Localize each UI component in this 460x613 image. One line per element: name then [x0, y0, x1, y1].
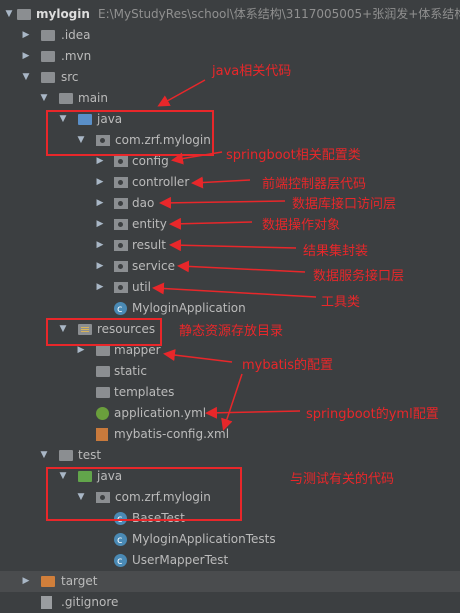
annotation-result: 结果集封装: [303, 244, 369, 259]
arrow-service: [177, 260, 306, 273]
annotation-util: 工具类: [321, 295, 361, 310]
arrow-result: [169, 239, 297, 252]
annotation-controller: 前端控制器层代码: [262, 177, 367, 192]
arrow-mapper: [163, 349, 233, 363]
annotation-service: 数据服务接口层: [313, 269, 405, 284]
arrow-controller: [191, 176, 251, 189]
annotation-mapper: mybatis的配置: [242, 358, 334, 373]
annotation-dao: 数据库接口访问层: [292, 197, 397, 212]
annotation-yml: springboot的yml配置: [306, 407, 439, 422]
annotation-springboot: springboot相关配置类: [226, 148, 361, 163]
annotation-resources: 静态资源存放目录: [179, 324, 284, 339]
arrow-mybatis: [221, 373, 243, 431]
annotation-entity: 数据操作对象: [262, 218, 341, 233]
arrow-config: [171, 151, 223, 165]
annotation-arrows: [152, 79, 317, 431]
arrow-java: [157, 79, 206, 107]
annotation-java: java相关代码: [212, 64, 292, 79]
arrow-yml: [205, 406, 301, 419]
arrow-entity: [169, 217, 253, 230]
arrow-dao: [159, 196, 286, 209]
annotation-test: 与测试有关的代码: [290, 472, 395, 487]
arrow-util: [152, 282, 317, 298]
